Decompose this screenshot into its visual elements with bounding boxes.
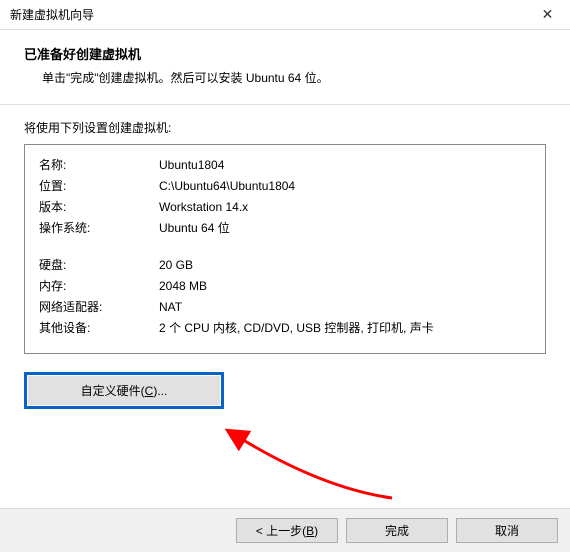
summary-row-value: 2 个 CPU 内核, CD/DVD, USB 控制器, 打印机, 声卡 [159,318,531,339]
summary-row: 名称:Ubuntu1804 [39,155,531,176]
summary-row-value: Ubuntu1804 [159,155,531,176]
button-label: 完成 [385,522,409,539]
summary-box: 名称:Ubuntu1804 位置:C:\Ubuntu64\Ubuntu1804 … [24,144,546,354]
summary-row-label: 操作系统: [39,218,159,239]
summary-row-label: 位置: [39,176,159,197]
summary-row-value: NAT [159,297,531,318]
wizard-header: 已准备好创建虚拟机 单击"完成"创建虚拟机。然后可以安装 Ubuntu 64 位… [0,30,570,104]
annotation-arrow [222,428,422,518]
button-label: < 上一步(B) [256,522,318,539]
summary-row-label: 版本: [39,197,159,218]
summary-row: 网络适配器:NAT [39,297,531,318]
close-button[interactable]: ✕ [525,0,570,30]
summary-row-label: 其他设备: [39,318,159,339]
close-icon: ✕ [542,6,554,23]
summary-row: 硬盘:20 GB [39,255,531,276]
page-subtitle: 单击"完成"创建虚拟机。然后可以安装 Ubuntu 64 位。 [24,69,546,86]
summary-row: 版本:Workstation 14.x [39,197,531,218]
summary-row-value: Workstation 14.x [159,197,531,218]
customize-hardware-button[interactable]: 自定义硬件(C)... [24,372,224,409]
window-title: 新建虚拟机向导 [10,6,525,23]
cancel-button[interactable]: 取消 [456,518,558,543]
summary-row: 位置:C:\Ubuntu64\Ubuntu1804 [39,176,531,197]
footer: < 上一步(B) 完成 取消 [0,508,570,552]
summary-row-value: Ubuntu 64 位 [159,218,531,239]
back-button[interactable]: < 上一步(B) [236,518,338,543]
summary-label: 将使用下列设置创建虚拟机: [24,119,546,136]
finish-button[interactable]: 完成 [346,518,448,543]
content-area: 将使用下列设置创建虚拟机: 名称:Ubuntu1804 位置:C:\Ubuntu… [0,105,570,409]
summary-row-value: 20 GB [159,255,531,276]
summary-row-label: 硬盘: [39,255,159,276]
summary-row-label: 内存: [39,276,159,297]
summary-row-value: C:\Ubuntu64\Ubuntu1804 [159,176,531,197]
button-label: 取消 [495,522,519,539]
summary-row: 其他设备:2 个 CPU 内核, CD/DVD, USB 控制器, 打印机, 声… [39,318,531,339]
button-label: 自定义硬件(C)... [81,382,168,399]
titlebar: 新建虚拟机向导 ✕ [0,0,570,30]
summary-row: 操作系统:Ubuntu 64 位 [39,218,531,239]
summary-row-value: 2048 MB [159,276,531,297]
summary-row: 内存:2048 MB [39,276,531,297]
summary-row-label: 网络适配器: [39,297,159,318]
summary-row-label: 名称: [39,155,159,176]
page-title: 已准备好创建虚拟机 [24,44,546,63]
